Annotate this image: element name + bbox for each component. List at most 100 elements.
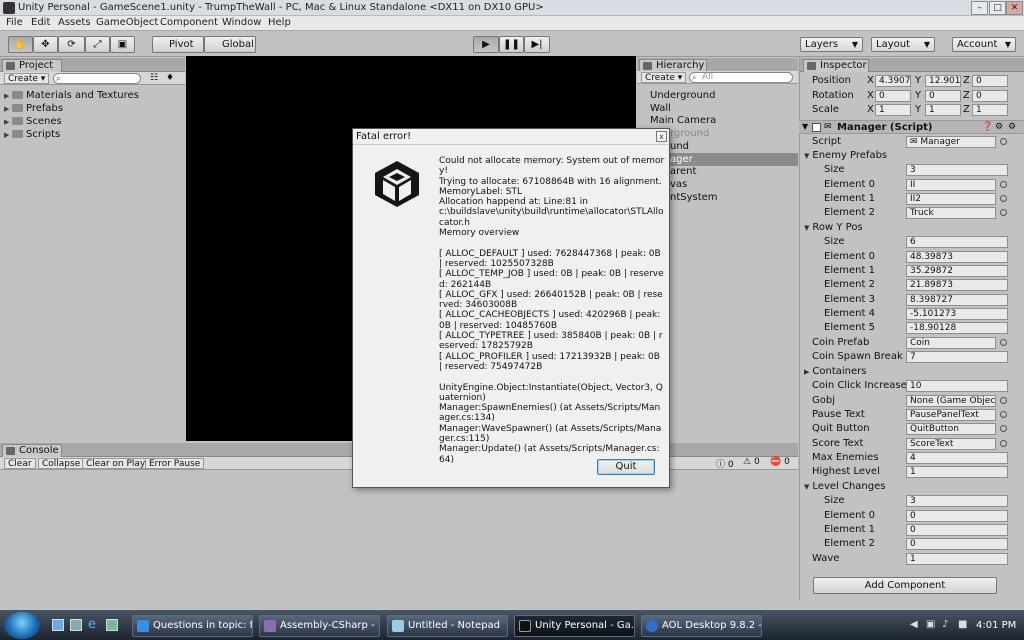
rotation-x-field[interactable]: 0 [875, 90, 911, 102]
menu-file[interactable]: File [6, 17, 23, 28]
hierarchy-item[interactable]: Main Camera [650, 114, 716, 127]
menu-gameobject[interactable]: GameObject [96, 17, 158, 28]
error-count-icon[interactable]: ⛔ 0 [770, 457, 790, 467]
rotate-tool-icon[interactable]: ⟳ [58, 36, 85, 53]
level-changes-foldout[interactable]: ▼ Level Changes [804, 481, 885, 492]
internet-explorer-icon[interactable]: e [88, 617, 96, 632]
hierarchy-item[interactable]: rground [670, 127, 709, 140]
row-y-pos-element-field[interactable]: 21.89873 [906, 279, 1008, 291]
taskbar-item[interactable]: Untitled - Notepad [387, 615, 508, 637]
position-z-field[interactable]: 0 [972, 75, 1008, 87]
component-header[interactable]: ▼ ✉ Manager (Script) ❓ ⚙ ⚙ [799, 120, 1024, 134]
rotation-y-field[interactable]: 0 [925, 90, 961, 102]
menu-edit[interactable]: Edit [31, 17, 50, 28]
console-clear-button[interactable]: Clear [4, 458, 36, 469]
hierarchy-item[interactable]: vas [670, 178, 687, 191]
folder-item[interactable]: ▶ Scripts [4, 128, 60, 141]
project-search-input[interactable] [53, 73, 141, 84]
quit-button[interactable]: Quit [597, 459, 655, 475]
volume-icon[interactable]: ♪ [942, 619, 948, 630]
hierarchy-search-input[interactable]: All [689, 72, 793, 83]
coin-spawn-break-field[interactable]: 7 [906, 351, 1008, 363]
network-icon[interactable]: ▣ [926, 619, 935, 630]
folder-item[interactable]: ▶ Materials and Textures [4, 89, 139, 102]
object-picker-icon[interactable] [1000, 138, 1007, 145]
enemy-prefab-element-field[interactable]: II2 [906, 193, 996, 205]
quicklaunch-icon[interactable] [106, 619, 118, 631]
scale-x-field[interactable]: 1 [875, 104, 911, 116]
maximize-button[interactable]: □ [989, 1, 1006, 15]
object-picker-icon[interactable] [1000, 181, 1007, 188]
script-field[interactable]: ✉ Manager [906, 136, 996, 148]
object-picker-icon[interactable] [1000, 411, 1007, 418]
gear-icon[interactable]: ⚙ [1008, 122, 1016, 132]
quit-button-field[interactable]: QuitButton [906, 423, 996, 435]
layers-dropdown[interactable]: Layers ▼ [800, 37, 863, 52]
enemy-prefab-element-field[interactable]: II [906, 179, 996, 191]
level-changes-element-field[interactable]: 0 [906, 538, 1008, 550]
project-create-button[interactable]: Create ▾ [4, 73, 50, 84]
tab-project[interactable]: Project [2, 59, 62, 72]
label-icon[interactable]: ♦ [166, 73, 174, 83]
pause-text-field[interactable]: PausePanelText [906, 409, 996, 421]
level-changes-element-field[interactable]: 0 [906, 510, 1008, 522]
layout-dropdown[interactable]: Layout ▼ [871, 37, 935, 52]
score-text-field[interactable]: ScoreText [906, 438, 996, 450]
show-desktop-icon[interactable] [52, 619, 64, 631]
row-y-pos-element-field[interactable]: 48.39873 [906, 251, 1008, 263]
console-error-pause-button[interactable]: Error Pause [145, 458, 205, 469]
max-enemies-field[interactable]: 4 [906, 452, 1008, 464]
containers-foldout[interactable]: ▶ Containers [804, 366, 866, 377]
position-y-field[interactable]: 12.901 [925, 75, 961, 87]
fold-arrow-icon[interactable]: ▼ [802, 122, 808, 131]
row-y-pos-element-field[interactable]: -18.90128 [906, 322, 1008, 334]
rect-tool-icon[interactable]: ▣ [110, 36, 135, 53]
row-y-pos-size-field[interactable]: 6 [906, 236, 1008, 248]
tab-console[interactable]: Console [2, 444, 62, 457]
tray-arrow-icon[interactable]: ◀ [910, 619, 918, 630]
menu-help[interactable]: Help [268, 17, 291, 28]
object-picker-icon[interactable] [1000, 397, 1007, 404]
console-clear-on-play-button[interactable]: Clear on Play [82, 458, 150, 469]
hand-tool-icon[interactable]: ✋ [8, 36, 33, 53]
component-enabled-checkbox[interactable] [812, 123, 821, 132]
row-y-pos-element-field[interactable]: 8.398727 [906, 294, 1008, 306]
info-count-icon[interactable]: ⓘ 0 [716, 457, 734, 470]
folder-item[interactable]: ▶ Prefabs [4, 102, 63, 115]
level-changes-size-field[interactable]: 3 [906, 495, 1008, 507]
hierarchy-item[interactable]: Wall [650, 102, 671, 115]
warning-count-icon[interactable]: ⚠ 0 [743, 457, 760, 467]
close-window-button[interactable]: ✕ [1006, 1, 1023, 15]
hierarchy-item[interactable]: Underground [650, 89, 715, 102]
taskbar-item[interactable]: AOL Desktop 9.8.2 - ... [641, 615, 762, 637]
row-y-pos-foldout[interactable]: ▼ Row Y Pos [804, 222, 863, 233]
hierarchy-create-button[interactable]: Create ▾ [641, 72, 687, 83]
menu-assets[interactable]: Assets [58, 17, 91, 28]
coin-click-increase-field[interactable]: 10 [906, 380, 1008, 392]
play-button-icon[interactable]: ▶ [473, 36, 499, 53]
object-picker-icon[interactable] [1000, 339, 1007, 346]
pivot-toggle[interactable]: Pivot [152, 36, 204, 53]
scale-z-field[interactable]: 1 [972, 104, 1008, 116]
start-button[interactable] [4, 612, 40, 639]
step-button-icon[interactable]: ▶| [524, 36, 550, 53]
add-component-button[interactable]: Add Component [813, 577, 997, 594]
taskbar-item[interactable]: Questions in topic: f... [132, 615, 253, 637]
gobj-field[interactable]: None (Game Object) [906, 395, 996, 407]
row-y-pos-element-field[interactable]: -5.101273 [906, 308, 1008, 320]
help-icon[interactable]: ❓ [982, 122, 993, 132]
taskbar-item-active[interactable]: Unity Personal - Ga... [514, 615, 635, 637]
menu-window[interactable]: Window [222, 17, 261, 28]
preset-icon[interactable]: ⚙ [995, 122, 1003, 132]
account-dropdown[interactable]: Account ▼ [952, 37, 1016, 52]
menu-component[interactable]: Component [160, 17, 218, 28]
scale-tool-icon[interactable]: ⤢ [85, 36, 110, 53]
move-tool-icon[interactable]: ✥ [33, 36, 58, 53]
enemy-prefabs-foldout[interactable]: ▼ Enemy Prefabs [804, 150, 887, 161]
tray-app-icon[interactable]: ■ [958, 619, 967, 630]
position-x-field[interactable]: 4.3907 [875, 75, 911, 87]
row-y-pos-element-field[interactable]: 35.29872 [906, 265, 1008, 277]
hierarchy-item[interactable]: ntSystem [670, 191, 718, 204]
enemy-prefab-element-field[interactable]: Truck [906, 207, 996, 219]
global-toggle[interactable]: Global [204, 36, 256, 53]
